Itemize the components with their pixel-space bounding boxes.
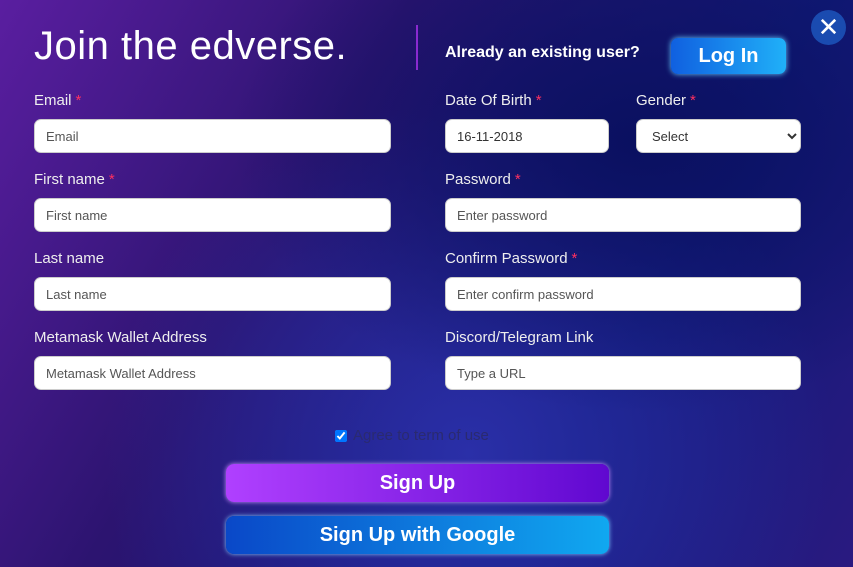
link-label: Discord/Telegram Link bbox=[445, 329, 594, 346]
wallet-field[interactable] bbox=[34, 356, 391, 390]
password-field[interactable] bbox=[445, 198, 801, 232]
password-label: Password * bbox=[445, 171, 521, 188]
header-divider bbox=[416, 25, 418, 70]
dob-label: Date Of Birth * bbox=[445, 92, 542, 109]
confirm-password-field[interactable] bbox=[445, 277, 801, 311]
signup-button[interactable]: Sign Up bbox=[226, 464, 609, 502]
first-name-label: First name * bbox=[34, 171, 115, 188]
google-signup-button[interactable]: Sign Up with Google bbox=[226, 516, 609, 554]
gender-label: Gender * bbox=[636, 92, 696, 109]
last-name-label: Last name bbox=[34, 250, 105, 267]
email-field[interactable] bbox=[34, 119, 391, 153]
existing-user-text: Already an existing user? bbox=[445, 44, 640, 61]
dob-field[interactable] bbox=[445, 119, 609, 153]
wallet-label: Metamask Wallet Address bbox=[34, 329, 207, 346]
first-name-field[interactable] bbox=[34, 198, 391, 232]
terms-checkbox[interactable] bbox=[335, 429, 347, 442]
terms-label[interactable]: Agree to term of use bbox=[353, 427, 489, 444]
page-title: Join the edverse. bbox=[34, 24, 348, 68]
confirm-password-label: Confirm Password * bbox=[445, 250, 578, 267]
gender-select[interactable]: Select bbox=[636, 119, 801, 153]
close-icon[interactable]: ✕ bbox=[811, 10, 846, 45]
terms-row: Agree to term of use bbox=[335, 427, 489, 444]
link-field[interactable] bbox=[445, 356, 801, 390]
email-label: Email * bbox=[34, 92, 82, 109]
last-name-field[interactable] bbox=[34, 277, 391, 311]
login-button[interactable]: Log In bbox=[671, 38, 786, 74]
